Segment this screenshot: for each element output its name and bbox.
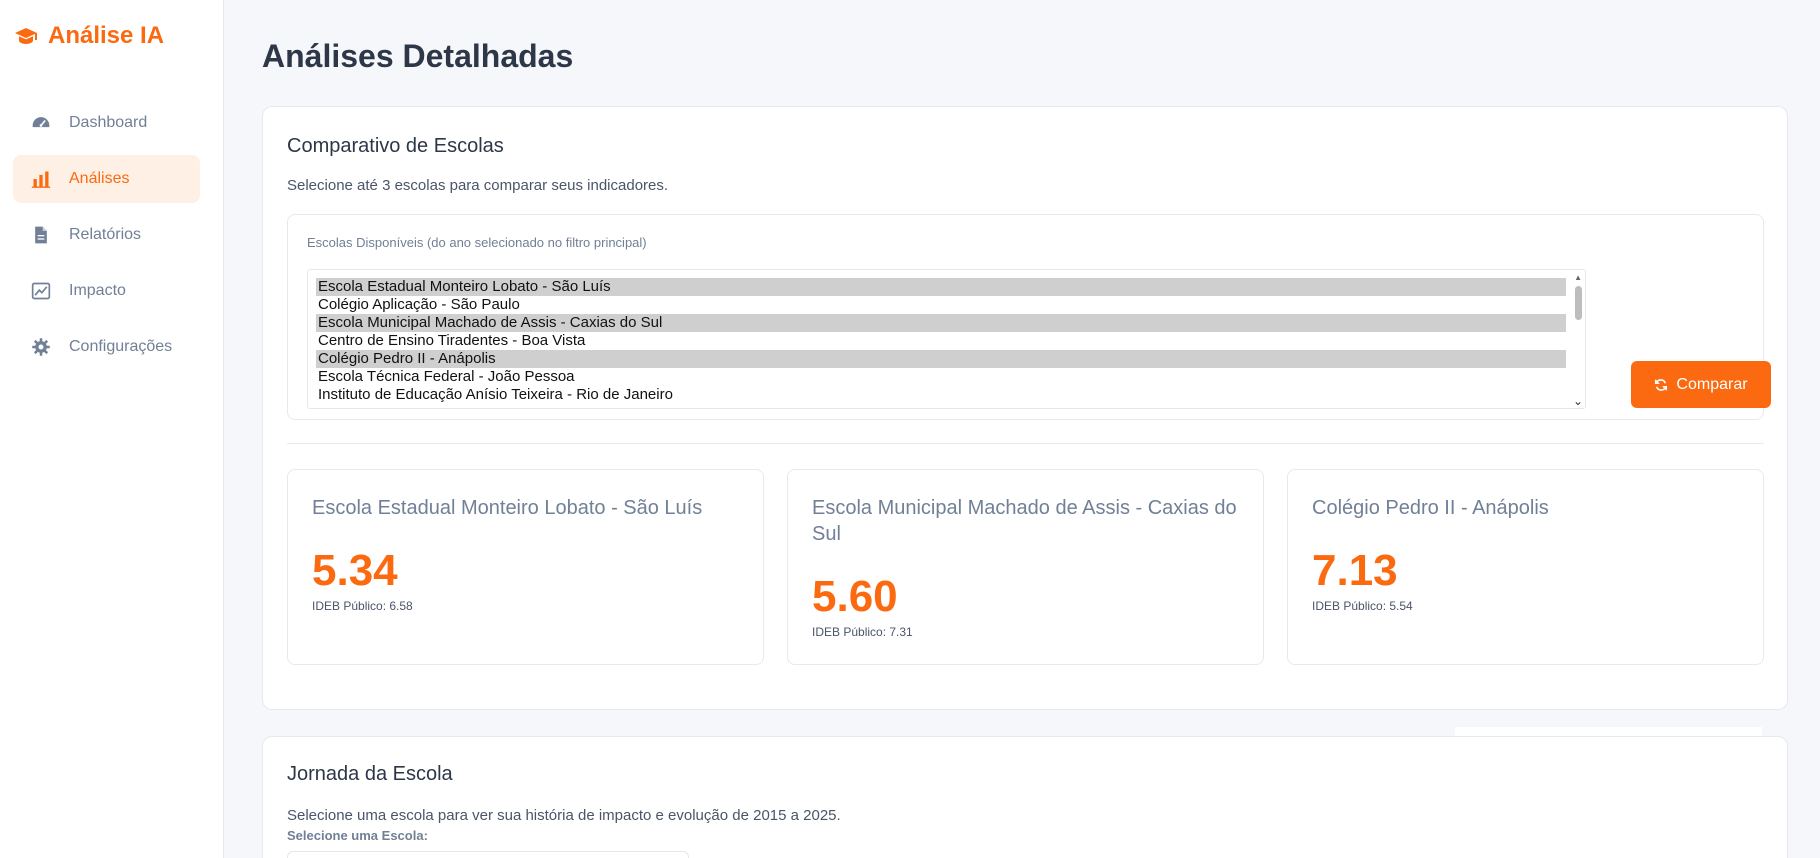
chevron-down-icon[interactable]: ⌄ <box>1573 394 1583 408</box>
bar-chart-icon <box>31 169 51 189</box>
refresh-icon <box>1655 378 1668 391</box>
school-list-label: Escolas Disponíveis (do ano selecionado … <box>307 235 647 250</box>
scroll-up-icon[interactable]: ▲ <box>1574 273 1582 282</box>
school-select[interactable] <box>287 851 689 858</box>
sidebar-item-analises[interactable]: Análises <box>13 155 200 203</box>
file-icon <box>31 225 51 245</box>
school-option[interactable]: Colégio Pedro II - Anápolis <box>316 350 1566 368</box>
school-public-ideb: IDEB Público: 6.58 <box>312 599 413 613</box>
school-option[interactable]: Escola Estadual Monteiro Lobato - São Lu… <box>316 278 1566 296</box>
sidebar-item-label: Dashboard <box>69 114 148 131</box>
sidebar-item-configuracoes[interactable]: Configurações <box>13 323 200 371</box>
school-score: 7.13 <box>1312 546 1398 595</box>
line-chart-icon <box>31 281 51 301</box>
school-score: 5.60 <box>812 572 898 621</box>
school-option[interactable]: Escola Técnica Federal - João Pessoa <box>316 368 1566 386</box>
sidebar-item-dashboard[interactable]: Dashboard <box>13 99 200 147</box>
school-name: Colégio Pedro II - Anápolis <box>1312 497 1549 519</box>
school-name: Escola Municipal Machado de Assis - Caxi… <box>812 497 1237 545</box>
school-public-ideb: IDEB Público: 5.54 <box>1312 599 1413 613</box>
school-option[interactable]: Centro de Ensino Tiradentes - Boa Vista <box>316 332 1566 350</box>
journey-card: Jornada da Escola Selecione uma escola p… <box>262 736 1788 858</box>
page-title: Análises Detalhadas <box>262 38 574 74</box>
school-option[interactable]: Instituto de Educação Anísio Teixeira - … <box>316 386 1566 404</box>
graduation-cap-icon <box>15 28 37 44</box>
gauge-icon <box>31 113 51 133</box>
school-multiselect[interactable]: Escola Estadual Monteiro Lobato - São Lu… <box>307 269 1586 409</box>
school-option[interactable]: Colégio Aplicação - São Paulo <box>316 296 1566 314</box>
gear-icon <box>31 337 51 357</box>
sidebar-item-relatorios[interactable]: Relatórios <box>13 211 200 259</box>
sidebar-nav: Dashboard Análises Relatórios Impacto Co… <box>13 99 200 379</box>
school-picker: Escolas Disponíveis (do ano selecionado … <box>287 214 1771 420</box>
comparison-title: Comparativo de Escolas <box>287 135 504 157</box>
sidebar-item-label: Análises <box>69 170 130 187</box>
brand-name: Análise IA <box>48 22 165 49</box>
journey-title: Jornada da Escola <box>287 763 453 785</box>
listbox-scrollbar[interactable] <box>1575 286 1582 320</box>
sidebar-item-label: Configurações <box>69 338 173 355</box>
school-option[interactable]: Escola Municipal Machado de Assis - Caxi… <box>316 314 1566 332</box>
journey-description: Selecione uma escola para ver sua histór… <box>287 807 841 824</box>
school-public-ideb: IDEB Público: 7.31 <box>812 625 913 639</box>
school-result-card: Escola Municipal Machado de Assis - Caxi… <box>787 469 1264 665</box>
brand-logo[interactable]: Análise IA <box>14 22 164 50</box>
sidebar-item-label: Impacto <box>69 282 126 299</box>
comparison-card: Comparativo de Escolas Selecione até 3 e… <box>262 106 1788 710</box>
school-score: 5.34 <box>312 546 398 595</box>
school-name: Escola Estadual Monteiro Lobato - São Lu… <box>312 497 703 519</box>
sidebar: Análise IA Dashboard Análises Relatórios… <box>0 0 224 858</box>
compare-button[interactable]: Comparar <box>1631 361 1771 408</box>
sidebar-item-label: Relatórios <box>69 226 142 243</box>
comparison-description: Selecione até 3 escolas para comparar se… <box>287 177 669 194</box>
sidebar-item-impacto[interactable]: Impacto <box>13 267 200 315</box>
school-result-card: Escola Estadual Monteiro Lobato - São Lu… <box>287 469 764 665</box>
divider <box>287 443 1764 444</box>
school-select-label: Selecione uma Escola: <box>287 828 428 843</box>
compare-button-label: Comparar <box>1676 375 1748 393</box>
school-result-card: Colégio Pedro II - Anápolis 7.13 IDEB Pú… <box>1287 469 1764 665</box>
